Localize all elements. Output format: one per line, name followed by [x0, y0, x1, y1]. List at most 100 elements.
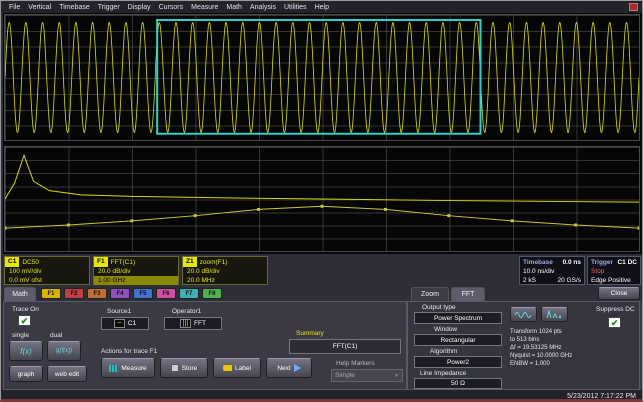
c1-scale: 100 mV/div	[5, 267, 89, 276]
store-button[interactable]: Store	[160, 358, 208, 378]
sine-icon: ~	[114, 319, 125, 328]
menu-vertical[interactable]: Vertical	[24, 3, 55, 12]
info-line-5: ENBW = 1.000	[510, 360, 572, 368]
menu-display[interactable]: Display	[124, 3, 155, 12]
trace-button-f3[interactable]: F3	[87, 288, 107, 299]
fft-settings-panel: Output type Power Spectrum Window Rectan…	[407, 301, 640, 390]
trace-on-label: Trace On	[12, 306, 39, 313]
fft-info-text: Transform 1024 pts to 513 bins Δf = 19.5…	[510, 328, 572, 368]
tab-fft[interactable]: FFT	[451, 287, 485, 301]
clock: 5/23/2012 7:17:22 PM	[567, 393, 636, 400]
c1-graticule[interactable]	[4, 14, 640, 141]
help-markers-label: Help Markers	[336, 360, 375, 367]
f1-scale: 20.0 dB/div	[94, 267, 178, 276]
algorithm-selector[interactable]: Power2	[414, 356, 502, 368]
window-label: Window	[434, 326, 457, 333]
fft-graticule[interactable]	[4, 146, 640, 252]
close-button[interactable]: Close	[598, 287, 640, 300]
algorithm-label: Algorithm	[430, 348, 457, 355]
z1-descriptor-box[interactable]: Z1 zoom(F1) 20.0 dB/div 20.0 MHz	[182, 256, 268, 285]
operator1-label: Operator1	[172, 308, 201, 315]
menu-cursors[interactable]: Cursors	[155, 3, 188, 12]
next-arrow-icon	[294, 364, 301, 372]
c1-coupling: DC50	[19, 258, 42, 267]
oscilloscope-screen: File Vertical Timebase Trigger Display C…	[0, 0, 643, 402]
summary-text: FFT(C1)	[333, 343, 358, 350]
menu-analysis[interactable]: Analysis	[246, 3, 280, 12]
algorithm-value: Power2	[447, 359, 469, 366]
menu-file[interactable]: File	[5, 3, 24, 12]
fft-trace	[5, 147, 639, 251]
graph-button[interactable]: graph	[9, 366, 43, 382]
output-type-value: Power Spectrum	[434, 315, 482, 322]
math-setup-dialog: Trace On ✔ single dual f(x) g(f(x)) grap…	[3, 301, 642, 390]
operator1-value: FFT	[194, 320, 206, 327]
trace-tab-bar: Math F1 F2 F3 F4 F5 F6 F7 F8 Zoom FFT Cl…	[3, 286, 642, 301]
info-line-1: Transform 1024 pts	[510, 328, 572, 336]
c1-waveform	[5, 15, 639, 140]
operator1-selector[interactable]: ||| FFT	[164, 317, 222, 330]
gfx-icon: g(f(x))	[56, 348, 72, 354]
tab-zoom[interactable]: Zoom	[411, 287, 449, 301]
menu-measure[interactable]: Measure	[187, 3, 222, 12]
menu-trigger[interactable]: Trigger	[94, 3, 124, 12]
info-line-4: Nyquist = 10.0000 GHz	[510, 352, 572, 360]
trace-button-f7[interactable]: F7	[179, 288, 199, 299]
trigger-box[interactable]: Trigger C1 DC Stop Edge Positive	[587, 256, 641, 285]
menu-timebase[interactable]: Timebase	[55, 3, 93, 12]
suppress-dc-checkbox[interactable]: ✔	[608, 317, 621, 328]
store-icon	[171, 364, 179, 372]
next-button[interactable]: Next	[266, 358, 312, 378]
source1-value: C1	[128, 320, 136, 327]
trace-on-checkbox[interactable]: ✔	[18, 315, 31, 326]
waveform-icon	[546, 310, 563, 319]
trace-button-f2[interactable]: F2	[64, 288, 84, 299]
label-button-label: Label	[235, 365, 251, 372]
web-edit-button[interactable]: web edit	[47, 366, 87, 382]
waveform-view-button[interactable]	[541, 307, 568, 322]
timebase-scale: 10.0 ns/div	[523, 267, 554, 276]
f1-function: FFT(C1)	[108, 258, 139, 267]
spectrum-icon	[515, 310, 532, 319]
tab-math[interactable]: Math	[4, 287, 36, 301]
menu-help[interactable]: Help	[311, 3, 333, 12]
menu-bar: File Vertical Timebase Trigger Display C…	[1, 1, 642, 13]
trace-button-f1[interactable]: F1	[41, 288, 61, 299]
help-markers-dropdown[interactable]: Simple ▼	[331, 369, 403, 382]
single-label: single	[12, 332, 29, 339]
output-type-selector[interactable]: Power Spectrum	[414, 312, 502, 324]
trace-button-f6[interactable]: F6	[156, 288, 176, 299]
trigger-title: Trigger	[591, 258, 613, 267]
help-markers-value: Simple	[335, 372, 355, 379]
measure-button[interactable]: Measure	[101, 358, 155, 378]
f1-descriptor-box[interactable]: F1 FFT(C1) 20.0 dB/div 1.00 GHz	[93, 256, 179, 285]
f1-span: 1.00 GHz	[94, 276, 178, 285]
label-button[interactable]: Label	[213, 358, 261, 378]
c1-descriptor-box[interactable]: C1 DC50 100 mV/div 0.0 mV ofst	[4, 256, 90, 285]
timebase-box[interactable]: Timebase 0.0 ns 10.0 ns/div 2 kS 20 GS/s	[519, 256, 585, 285]
source1-selector[interactable]: ~ C1	[101, 317, 149, 330]
window-selector[interactable]: Rectangular	[414, 334, 502, 346]
close-icon[interactable]	[629, 3, 638, 11]
dual-function-button[interactable]: g(f(x))	[47, 341, 81, 361]
summary-label: Summary	[296, 330, 324, 337]
window-value: Rectangular	[440, 337, 475, 344]
z1-function: zoom(F1)	[197, 258, 231, 267]
trace-button-f5[interactable]: F5	[133, 288, 153, 299]
timebase-samples: 2 kS	[523, 276, 536, 285]
spectrum-view-button[interactable]	[510, 307, 537, 322]
label-icon	[223, 365, 232, 371]
timebase-offset: 0.0 ns	[563, 258, 581, 267]
timebase-title: Timebase	[523, 258, 553, 267]
menu-utilities[interactable]: Utilities	[280, 3, 311, 12]
trace-button-f4[interactable]: F4	[110, 288, 130, 299]
actions-label: Actions for trace F1	[101, 348, 157, 355]
z1-span: 20.0 MHz	[183, 276, 267, 285]
menu-math[interactable]: Math	[222, 3, 246, 12]
line-impedance-selector[interactable]: 50 Ω	[414, 378, 502, 389]
zoom-region-box	[157, 20, 480, 134]
single-function-button[interactable]: f(x)	[9, 341, 43, 361]
waveform-display	[3, 13, 642, 254]
trace-button-f8[interactable]: F8	[202, 288, 222, 299]
status-bar: 5/23/2012 7:17:22 PM	[1, 390, 642, 402]
